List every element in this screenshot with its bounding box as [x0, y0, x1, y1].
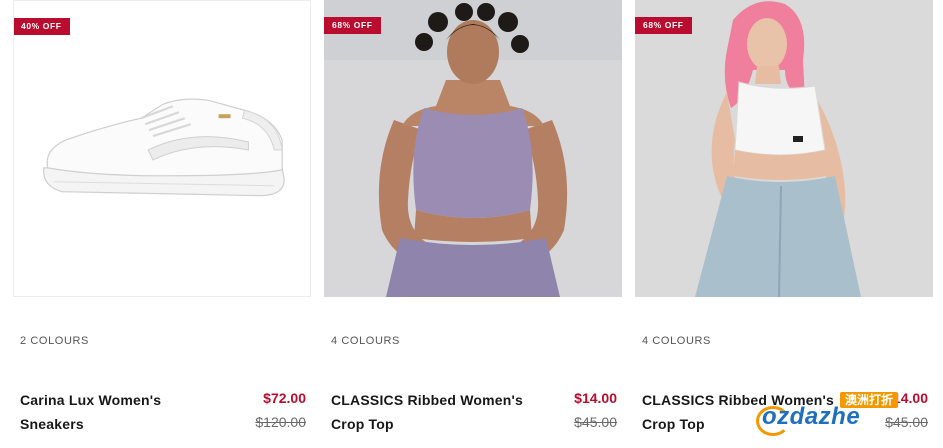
sale-price: $14.00	[885, 390, 928, 406]
product-card[interactable]: 68% OFF 4 COLOURS CLASSICS Ribbed Women'…	[324, 0, 622, 448]
product-grid: 40% OFF 2 COLOURS Carina Lux Women's Sne…	[0, 0, 943, 448]
product-card[interactable]: 68% OFF 4 COLOURS CLASSICS Ribbed Women'…	[635, 0, 933, 448]
colour-count[interactable]: 4 COLOURS	[642, 335, 711, 347]
product-image[interactable]: 68% OFF	[635, 0, 933, 297]
discount-badge: 68% OFF	[324, 17, 381, 34]
product-card[interactable]: 40% OFF 2 COLOURS Carina Lux Women's Sne…	[13, 0, 311, 448]
original-price: $45.00	[574, 414, 617, 430]
sale-price: $72.00	[263, 390, 306, 406]
sneaker-image	[43, 98, 285, 197]
sale-price: $14.00	[574, 390, 617, 406]
product-name[interactable]: CLASSICS Ribbed Women's Crop Top	[331, 388, 531, 436]
product-name[interactable]: CLASSICS Ribbed Women's Crop Top	[642, 388, 842, 436]
colour-count[interactable]: 4 COLOURS	[331, 335, 400, 347]
colour-count[interactable]: 2 COLOURS	[20, 335, 89, 347]
discount-badge: 68% OFF	[635, 17, 692, 34]
product-image[interactable]: 40% OFF	[13, 0, 311, 297]
model-white-top-image	[635, 0, 933, 297]
product-image[interactable]: 68% OFF	[324, 0, 622, 297]
original-price: $45.00	[885, 414, 928, 430]
discount-badge: 40% OFF	[14, 18, 70, 35]
model-purple-top-image	[324, 0, 622, 297]
product-name[interactable]: Carina Lux Women's Sneakers	[20, 388, 220, 436]
original-price: $120.00	[255, 414, 306, 430]
